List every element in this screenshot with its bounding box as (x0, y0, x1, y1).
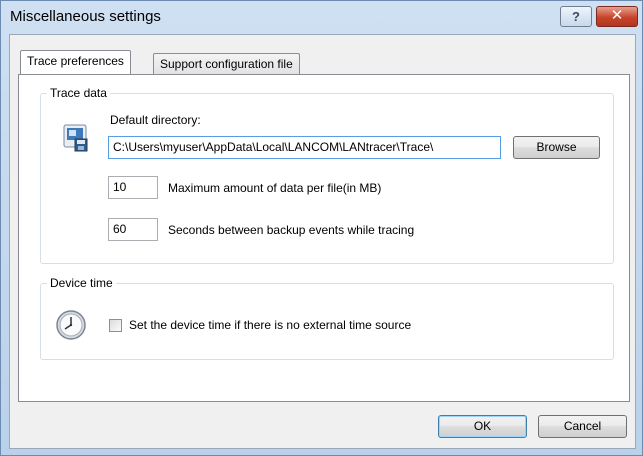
help-icon: ? (572, 9, 580, 24)
backup-seconds-label: Seconds between backup events while trac… (168, 223, 415, 237)
help-button[interactable]: ? (560, 6, 592, 27)
trace-data-group: Trace data Default directory: C:\Users\m… (40, 86, 614, 264)
default-directory-label: Default directory: (110, 113, 201, 127)
clock-icon (56, 310, 86, 340)
close-button[interactable]: ✕ (596, 6, 638, 27)
folder-save-icon (63, 124, 88, 152)
title-bar[interactable]: Miscellaneous settings ? ✕ (1, 1, 642, 34)
trace-data-legend: Trace data (47, 86, 110, 100)
max-data-per-file-label: Maximum amount of data per file(in MB) (168, 181, 382, 195)
ok-button[interactable]: OK (438, 415, 527, 438)
window-title: Miscellaneous settings (10, 8, 161, 25)
tab-support-configuration-file[interactable]: Support configuration file (153, 53, 300, 74)
max-data-per-file-input[interactable]: 10 (108, 176, 158, 199)
tab-panel-trace-preferences: Trace data Default directory: C:\Users\m… (18, 74, 630, 402)
tab-label: Support configuration file (160, 57, 293, 71)
dialog-client-area: Trace preferences Support configuration … (9, 34, 636, 449)
device-time-group: Device time Set the device time if there… (40, 276, 614, 360)
set-device-time-label[interactable]: Set the device time if there is no exter… (129, 318, 411, 332)
device-time-legend: Device time (47, 276, 116, 290)
browse-button-label: Browse (536, 140, 577, 154)
dialog-window: Miscellaneous settings ? ✕ Trace prefere… (0, 0, 643, 456)
browse-button[interactable]: Browse (513, 136, 600, 159)
tab-trace-preferences[interactable]: Trace preferences (20, 50, 131, 74)
default-directory-input[interactable]: C:\Users\myuser\AppData\Local\LANCOM\LAN… (108, 136, 501, 159)
tab-label: Trace preferences (27, 54, 124, 68)
ok-button-label: OK (473, 419, 492, 433)
set-device-time-checkbox[interactable] (109, 319, 122, 332)
backup-seconds-input[interactable]: 60 (108, 218, 158, 241)
cancel-button-label: Cancel (563, 419, 602, 433)
close-icon: ✕ (610, 7, 624, 24)
cancel-button[interactable]: Cancel (538, 415, 627, 438)
